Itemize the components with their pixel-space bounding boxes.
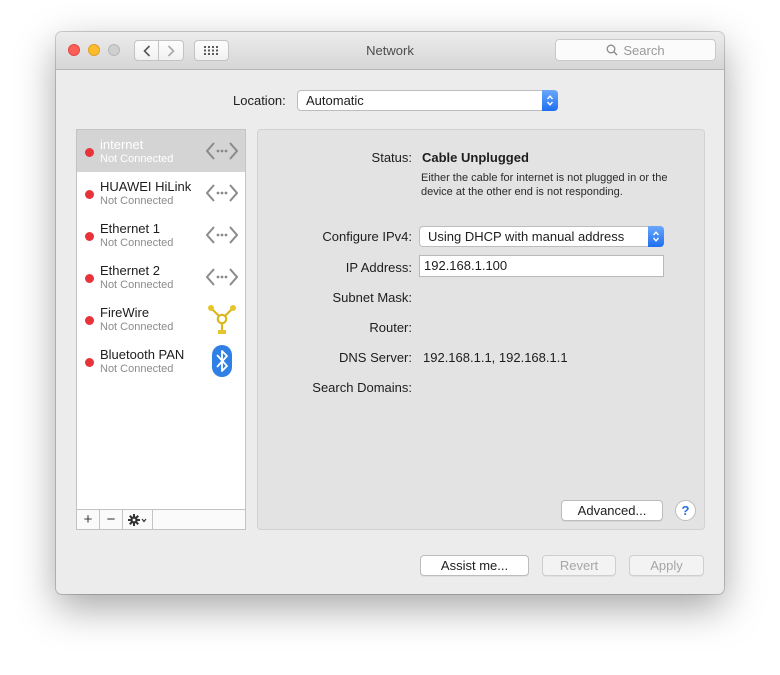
add-service-button[interactable]: + bbox=[77, 510, 100, 529]
status-dot bbox=[85, 274, 94, 283]
status-dot bbox=[85, 358, 94, 367]
service-item-huawei-hilink[interactable]: HUAWEI HiLink Not Connected bbox=[77, 172, 245, 214]
service-name: HUAWEI HiLink bbox=[100, 179, 192, 194]
dns-server-label: DNS Server: bbox=[339, 350, 412, 365]
search-placeholder: Search bbox=[623, 42, 665, 58]
ethernet-arrows-icon bbox=[205, 177, 239, 209]
revert-button[interactable]: Revert bbox=[542, 555, 616, 576]
popup-arrows-icon bbox=[542, 90, 558, 111]
search-icon bbox=[606, 44, 618, 56]
ethernet-arrows-icon bbox=[205, 135, 239, 167]
ip-address-field[interactable]: 192.168.1.100 bbox=[419, 255, 664, 277]
service-actions-button[interactable] bbox=[123, 510, 153, 529]
location-popup[interactable]: Automatic bbox=[297, 90, 558, 111]
title-bar: Network Search bbox=[56, 32, 724, 70]
service-item-firewire[interactable]: FireWire Not Connected bbox=[77, 298, 245, 340]
status-description: Either the cable for internet is not plu… bbox=[421, 172, 668, 198]
service-status: Not Connected bbox=[100, 321, 174, 333]
service-status: Not Connected bbox=[100, 279, 174, 291]
status-dot bbox=[85, 316, 94, 325]
subnet-mask-label: Subnet Mask: bbox=[332, 290, 413, 305]
service-status: Not Connected bbox=[100, 237, 174, 249]
service-item-internet[interactable]: internet Not Connected bbox=[77, 130, 245, 172]
bluetooth-icon bbox=[205, 345, 239, 377]
service-detail-panel: Status: Cable Unplugged Either the cable… bbox=[257, 129, 705, 530]
ethernet-arrows-icon bbox=[205, 261, 239, 293]
service-name: internet bbox=[100, 137, 144, 152]
network-service-list: internet Not Connected HUAWEI HiLink Not… bbox=[76, 129, 246, 530]
status-value: Cable Unplugged bbox=[422, 150, 529, 165]
search-field[interactable]: Search bbox=[555, 39, 716, 61]
service-name: Ethernet 1 bbox=[100, 221, 160, 236]
apply-button[interactable]: Apply bbox=[629, 555, 704, 576]
network-preferences-window: Network Search Location: Automatic inter… bbox=[56, 32, 724, 594]
service-item-ethernet-2[interactable]: Ethernet 2 Not Connected bbox=[77, 256, 245, 298]
status-dot bbox=[85, 148, 94, 157]
remove-service-button[interactable]: − bbox=[100, 510, 123, 529]
status-label: Status: bbox=[371, 150, 412, 165]
router-label: Router: bbox=[369, 320, 412, 335]
gear-icon bbox=[127, 513, 146, 526]
service-item-ethernet-1[interactable]: Ethernet 1 Not Connected bbox=[77, 214, 245, 256]
service-status: Not Connected bbox=[100, 153, 174, 165]
firewire-icon bbox=[205, 303, 239, 335]
service-status: Not Connected bbox=[100, 363, 174, 375]
service-status: Not Connected bbox=[100, 195, 174, 207]
configure-ipv4-popup[interactable]: Using DHCP with manual address bbox=[419, 226, 664, 247]
status-dot bbox=[85, 190, 94, 199]
advanced-button[interactable]: Advanced... bbox=[561, 500, 663, 521]
service-list-toolbar: + − bbox=[76, 509, 246, 530]
search-domains-label: Search Domains: bbox=[312, 380, 412, 395]
service-name: FireWire bbox=[100, 305, 150, 320]
ip-address-label: IP Address: bbox=[345, 260, 412, 275]
status-dot bbox=[85, 232, 94, 241]
service-name: Ethernet 2 bbox=[100, 263, 160, 278]
assist-me-button[interactable]: Assist me... bbox=[420, 555, 529, 576]
location-label: Location: bbox=[233, 93, 286, 108]
configure-ipv4-value: Using DHCP with manual address bbox=[428, 229, 625, 244]
location-value: Automatic bbox=[306, 93, 364, 108]
help-button[interactable]: ? bbox=[675, 500, 696, 521]
popup-arrows-icon bbox=[648, 226, 664, 247]
dns-server-value: 192.168.1.1, 192.168.1.1 bbox=[423, 350, 568, 365]
service-name: Bluetooth PAN bbox=[100, 347, 185, 362]
configure-ipv4-label: Configure IPv4: bbox=[322, 229, 412, 244]
service-item-bluetooth-pan[interactable]: Bluetooth PAN Not Connected bbox=[77, 340, 245, 382]
ethernet-arrows-icon bbox=[205, 219, 239, 251]
